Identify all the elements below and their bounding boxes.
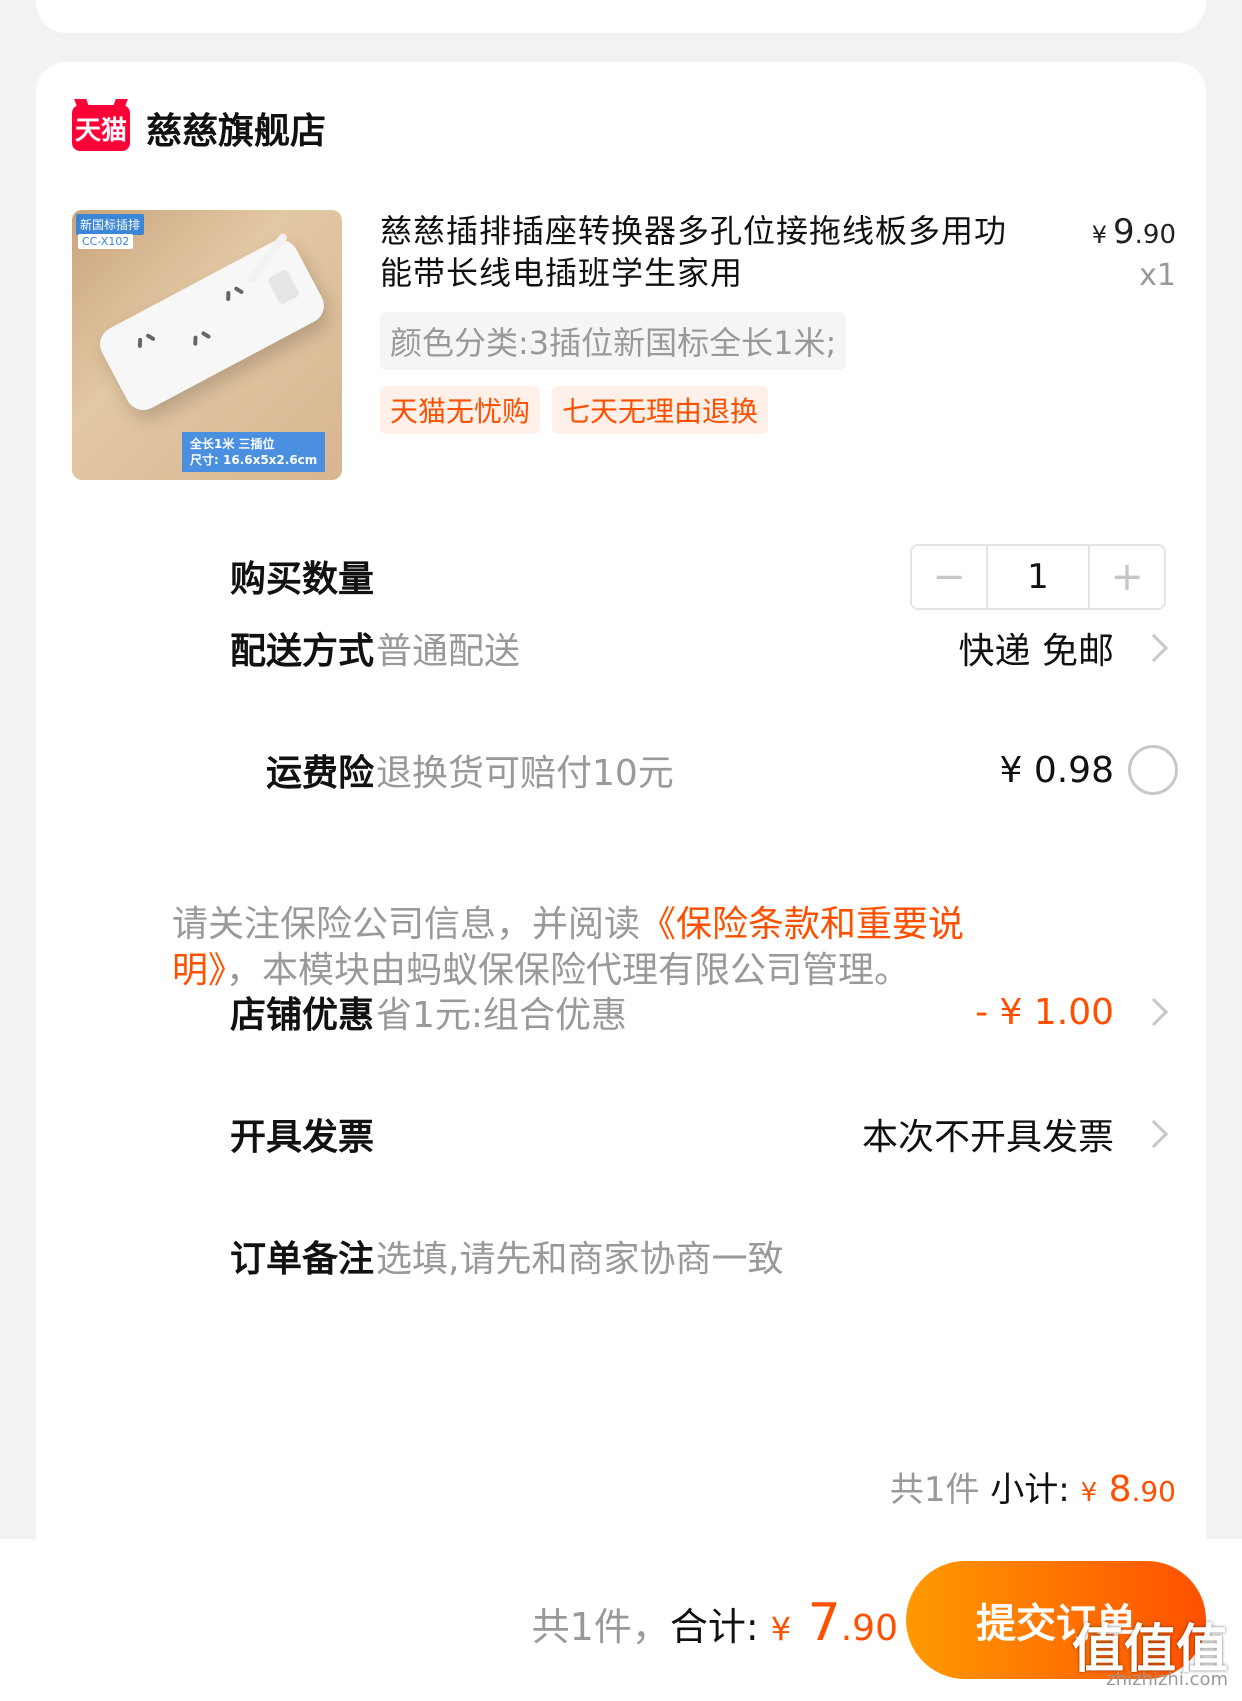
previous-card <box>36 0 1206 33</box>
product-quantity: x1 <box>1139 258 1176 293</box>
note-label: 订单备注 <box>229 1239 374 1280</box>
invoice-value: 本次不开具发票 <box>861 1117 1114 1158</box>
invoice-row[interactable]: 开具发票 本次不开具发票 <box>36 1104 1206 1164</box>
shipping-insurance-row[interactable]: 运费险 退换货可赔付10元 ¥ 0.98 <box>36 740 1206 800</box>
subtotal: 共1件 小计: ¥ 8.90 <box>889 1469 1176 1510</box>
tmall-logo: 天猫 <box>72 105 130 151</box>
order-note-row[interactable]: 订单备注 选填,请先和商家协商一致 <box>36 1226 1206 1286</box>
discount-value: - ¥ 1.00 <box>975 991 1114 1033</box>
invoice-label: 开具发票 <box>229 1117 374 1158</box>
shop-name[interactable]: 慈慈旗舰店 <box>146 102 326 154</box>
delivery-method: 普通配送 <box>376 631 521 672</box>
service-tag: 天猫无忧购 <box>380 386 541 434</box>
insurance-notice: 请关注保险公司信息，并阅读《保险条款和重要说明》，本模块由蚂蚁保保险代理有限公司… <box>172 904 965 991</box>
product-image-tag: 新国标插排 <box>76 214 145 235</box>
quantity-stepper[interactable]: − 1 + <box>910 544 1166 610</box>
chevron-right-icon <box>1139 633 1169 663</box>
delivery-value: 快递 免邮 <box>958 631 1114 672</box>
order-card: 天猫 慈慈旗舰店 新国标插排 CC-X102 全长1米 三插位 尺寸: 16.6… <box>36 62 1206 1701</box>
product-title[interactable]: 慈慈插排插座转换器多孔位接拖线板多用功能带长线电插班学生家用 <box>380 210 1020 294</box>
product-sku: 颜色分类:3插位新国标全长1米; <box>380 312 847 370</box>
power-strip-illustration <box>93 231 331 417</box>
product-image-model: CC-X102 <box>78 234 134 249</box>
product-price: ¥9.90 <box>1091 212 1176 252</box>
service-tag: 七天无理由退换 <box>552 386 769 434</box>
shop-header[interactable]: 天猫 慈慈旗舰店 <box>72 102 326 154</box>
delivery-label: 配送方式 <box>229 631 374 672</box>
watermark-url: zhizhizhi.com <box>1106 1669 1228 1690</box>
quantity-label: 购买数量 <box>229 559 374 600</box>
insurance-desc: 退换货可赔付10元 <box>376 753 674 794</box>
discount-label: 店铺优惠 <box>229 995 374 1036</box>
insurance-label: 运费险 <box>265 753 374 794</box>
order-total: 共1件，合计: ¥ 7.90 <box>531 1593 898 1653</box>
product-image-caption: 全长1米 三插位 尺寸: 16.6x5x2.6cm <box>182 431 326 472</box>
service-tags: 天猫无忧购 七天无理由退换 <box>380 386 769 434</box>
chevron-right-icon <box>1139 997 1169 1027</box>
quantity-value[interactable]: 1 <box>986 546 1090 608</box>
shop-discount-row[interactable]: 店铺优惠 省1元:组合优惠 - ¥ 1.00 <box>36 982 1206 1042</box>
decrease-button[interactable]: − <box>912 546 986 608</box>
increase-button[interactable]: + <box>1090 546 1164 608</box>
insurance-price: ¥ 0.98 <box>999 749 1114 791</box>
product-image[interactable]: 新国标插排 CC-X102 全长1米 三插位 尺寸: 16.6x5x2.6cm <box>72 210 342 480</box>
checkout-bar: 共1件，合计: ¥ 7.90 提交订单 值值值 zhizhizhi.com <box>0 1539 1242 1701</box>
insurance-radio[interactable] <box>1128 745 1178 795</box>
order-note-input[interactable]: 选填,请先和商家协商一致 <box>376 1230 783 1282</box>
chevron-right-icon <box>1139 1119 1169 1149</box>
delivery-row[interactable]: 配送方式 普通配送 快递 免邮 <box>36 618 1206 678</box>
discount-desc: 省1元:组合优惠 <box>376 995 628 1036</box>
